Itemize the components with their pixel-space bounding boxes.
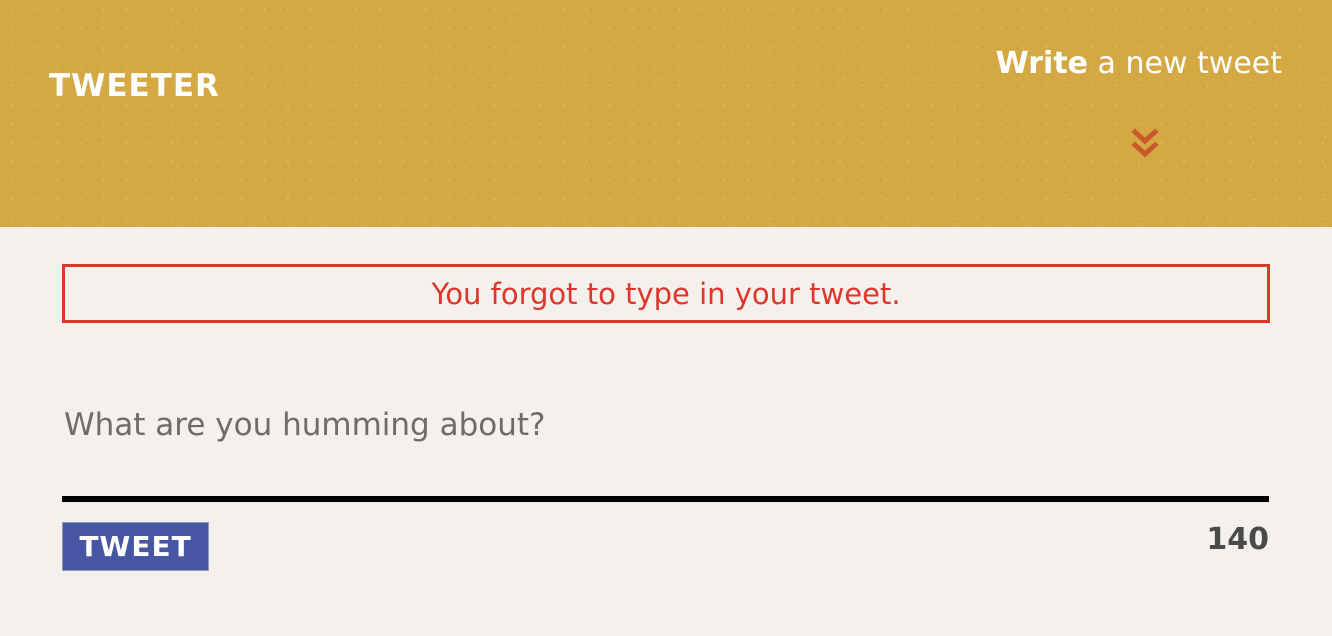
write-tweet-toggle[interactable]: Write a new tweet xyxy=(996,44,1282,84)
compose-bold-text: Write xyxy=(995,46,1089,81)
error-message: You forgot to type in your tweet. xyxy=(431,276,901,311)
compose-rest-text: a new tweet xyxy=(1088,46,1282,81)
character-counter: 140 xyxy=(1206,522,1269,557)
tweet-submit-button[interactable]: TWEET xyxy=(62,522,209,571)
error-banner: You forgot to type in your tweet. xyxy=(62,264,1270,323)
double-chevron-down-icon[interactable] xyxy=(1130,128,1160,160)
site-header: TWEETER Write a new tweet xyxy=(0,0,1332,227)
tweet-textarea[interactable] xyxy=(62,396,1269,502)
site-logo: TWEETER xyxy=(49,68,220,104)
